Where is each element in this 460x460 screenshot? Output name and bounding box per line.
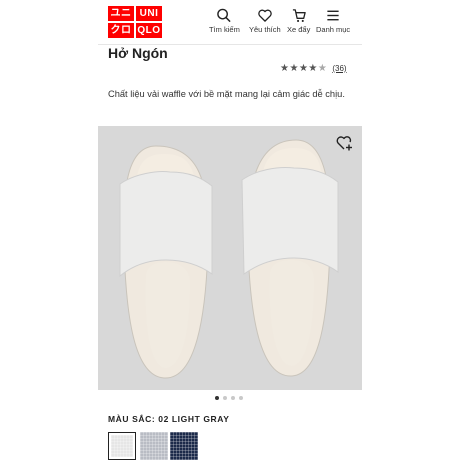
swatch-fill xyxy=(111,435,133,457)
review-count-link[interactable]: (36) xyxy=(332,64,346,73)
logo-cell: クロ xyxy=(108,23,134,38)
slipper-image xyxy=(119,139,339,379)
star-half-icon: ★ xyxy=(317,63,328,74)
nav-menu[interactable]: Danh mục xyxy=(316,8,350,34)
menu-icon xyxy=(327,10,339,21)
nav-menu-label: Danh mục xyxy=(316,25,351,34)
site-header: ユニ UNI クロ QLO Tìm kiếm Yêu thích Xe đẩy … xyxy=(0,0,460,44)
heart-icon xyxy=(258,9,272,22)
swatch-fill xyxy=(170,432,198,460)
nav-cart-label: Xe đẩy xyxy=(287,25,311,34)
carousel-dot[interactable] xyxy=(239,396,243,400)
color-swatch-navy[interactable] xyxy=(170,432,198,460)
swatch-fill xyxy=(140,432,168,460)
add-to-wishlist-icon[interactable] xyxy=(336,134,354,152)
color-swatch-light-gray[interactable] xyxy=(108,432,136,460)
carousel-dot[interactable] xyxy=(231,396,235,400)
star-icon: ★ xyxy=(298,63,309,74)
star-icon: ★ xyxy=(289,63,299,74)
product-title: Hở Ngón xyxy=(108,45,168,61)
color-swatch-gray[interactable] xyxy=(140,432,168,460)
logo-cell: QLO xyxy=(136,23,162,38)
nav-search-label: Tìm kiếm xyxy=(209,25,240,34)
search-icon xyxy=(217,8,232,23)
cart-icon xyxy=(292,9,306,22)
product-description: Chất liệu vải waffle với bề mặt mang lại… xyxy=(108,89,345,99)
star-icon: ★ xyxy=(308,63,318,74)
nav-search[interactable]: Tìm kiếm xyxy=(209,8,240,34)
carousel-indicator[interactable] xyxy=(215,396,243,400)
carousel-dot[interactable] xyxy=(215,396,219,400)
logo-cell: ユニ xyxy=(108,6,134,21)
product-rating[interactable]: ★★★★★ (36) xyxy=(280,63,347,74)
nav-cart[interactable]: Xe đẩy xyxy=(287,8,310,34)
product-image[interactable] xyxy=(98,126,362,390)
uniqlo-logo[interactable]: ユニ UNI クロ QLO xyxy=(108,6,162,38)
color-label: MÀU SẮC: 02 LIGHT GRAY xyxy=(108,414,230,424)
carousel-dot[interactable] xyxy=(223,396,227,400)
nav-favorites-label: Yêu thích xyxy=(249,25,281,34)
nav-favorites[interactable]: Yêu thích xyxy=(249,8,281,34)
logo-cell: UNI xyxy=(136,6,162,21)
rating-stars: ★★★★★ xyxy=(280,63,327,74)
